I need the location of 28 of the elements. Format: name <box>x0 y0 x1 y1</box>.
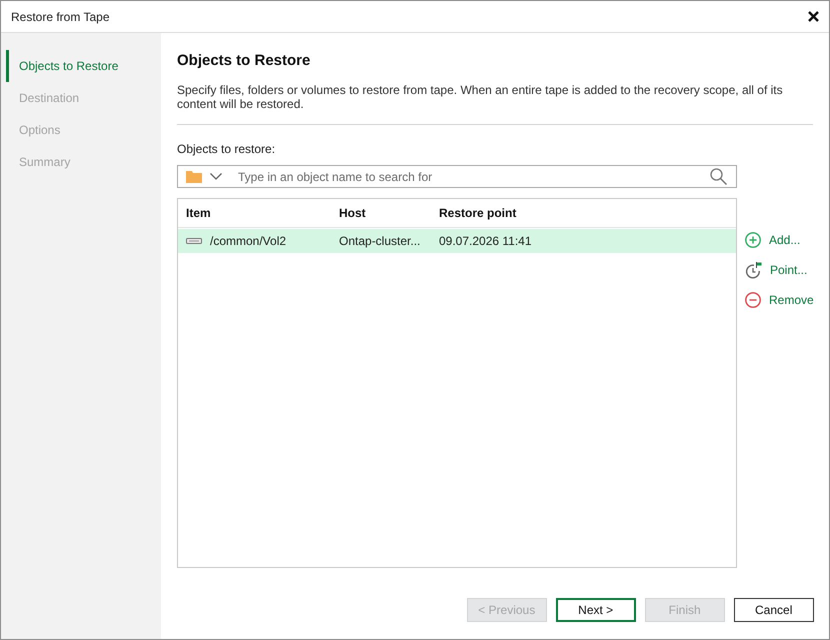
table-cell-text: Ontap-cluster... <box>339 233 420 250</box>
column-header[interactable]: Item <box>186 206 211 220</box>
cancel-button[interactable]: Cancel <box>734 598 814 622</box>
column-header[interactable]: Restore point <box>439 206 516 220</box>
add-link[interactable]: Add... <box>745 225 814 255</box>
table-cell-text: 09.07.2026 11:41 <box>439 233 532 250</box>
close-icon <box>808 11 818 22</box>
close-button[interactable] <box>805 8 821 24</box>
add-icon <box>745 232 761 248</box>
remove-icon <box>745 292 761 308</box>
chevron-down-icon[interactable] <box>210 173 222 180</box>
point-link[interactable]: Point... <box>745 255 814 285</box>
volume-icon <box>186 238 202 244</box>
search-input[interactable]: Type in an object name to search for <box>238 168 710 186</box>
clock-flag-icon <box>745 262 762 278</box>
search-field[interactable]: Type in an object name to search for <box>177 165 737 188</box>
table-row[interactable]: /common/Vol2 Ontap-cluster... 09.07.2026 11:41 <box>178 229 736 253</box>
objects-label: Objects to restore: <box>177 142 276 156</box>
column-header[interactable]: Host <box>339 206 366 220</box>
next-button[interactable]: Next > <box>556 598 636 622</box>
page-title: Objects to Restore <box>177 51 312 71</box>
sidebar-item[interactable]: Objects to Restore <box>6 50 161 82</box>
page-description: Specify files, folders or volumes to restore from tape. When an entire tape is added to the recovery scope, all of its content will be restored. <box>177 83 784 111</box>
folder-icon <box>186 170 202 182</box>
table-cell-text: /common/Vol2 <box>210 233 286 250</box>
window-title: Restore from Tape <box>11 8 110 26</box>
search-icon[interactable] <box>710 168 727 185</box>
remove-link[interactable]: Remove <box>745 285 814 315</box>
